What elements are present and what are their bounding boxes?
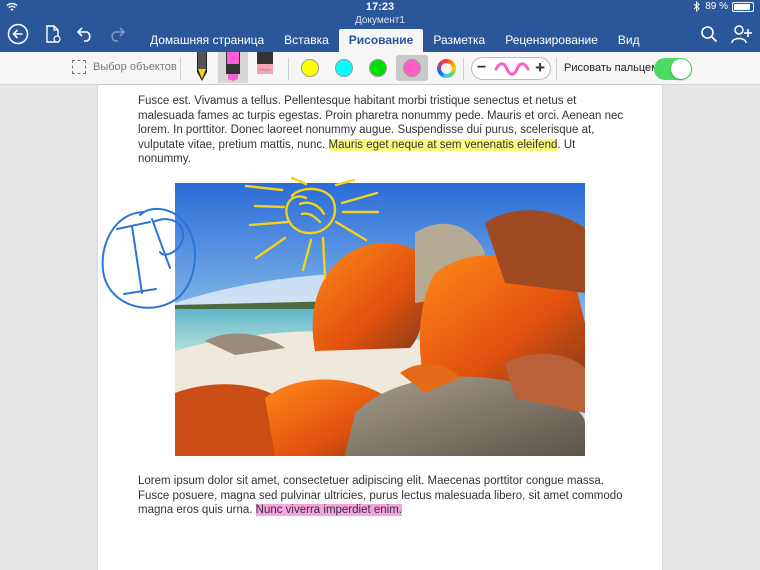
yellow-highlight: Mauris eget neque at sem venenatis eleif… xyxy=(328,138,558,151)
stroke-preview-icon xyxy=(494,62,530,76)
draw-with-finger-label: Рисовать пальцем xyxy=(564,62,659,74)
eraser-icon xyxy=(257,52,273,74)
share-button[interactable] xyxy=(729,22,755,46)
draw-with-finger-toggle[interactable] xyxy=(654,58,692,80)
ribbon-tabs: Домашняя страница Вставка Рисование Разм… xyxy=(140,29,650,52)
pen-icon xyxy=(197,52,207,81)
color-cyan-swatch[interactable] xyxy=(335,59,353,77)
add-person-icon xyxy=(731,25,752,44)
redo-icon xyxy=(111,27,126,42)
search-button[interactable] xyxy=(696,22,722,46)
divider xyxy=(556,58,557,80)
battery-level xyxy=(734,3,751,10)
bluetooth-icon xyxy=(693,1,700,12)
pink-highlight: Nunc viverra imperdiet enim. xyxy=(255,504,402,517)
lasso-select-icon xyxy=(72,60,86,74)
undo-button[interactable] xyxy=(72,22,98,46)
tab-insert[interactable]: Вставка xyxy=(274,29,339,52)
battery-icon xyxy=(732,1,754,12)
document-menu-icon xyxy=(46,25,61,43)
tab-draw[interactable]: Рисование xyxy=(338,29,424,52)
undo-icon xyxy=(76,27,91,42)
tab-view[interactable]: Вид xyxy=(608,29,650,52)
divider xyxy=(463,58,464,80)
back-arrow-circle-icon xyxy=(7,23,29,45)
battery-percent: 89 % xyxy=(705,1,728,12)
draw-ribbon: Выбор объектов − + Рисовать пальцем xyxy=(0,52,760,85)
thickness-stepper: − + xyxy=(471,57,551,80)
paragraph-1: Fusce est. Vivamus a tellus. Pellentesqu… xyxy=(138,94,624,167)
select-objects-label: Выбор объектов xyxy=(93,61,177,73)
redo-button[interactable] xyxy=(104,22,130,46)
divider xyxy=(180,58,181,80)
tab-layout[interactable]: Разметка xyxy=(423,29,495,52)
highlighter-tool-button[interactable] xyxy=(218,52,248,83)
paragraph-2: Lorem ipsum dolor sit amet, consectetuer… xyxy=(138,474,624,518)
thickness-decrease-button[interactable]: − xyxy=(477,59,486,77)
highlighter-icon xyxy=(226,52,240,81)
select-objects-button[interactable]: Выбор объектов xyxy=(72,60,177,74)
app-header: 17:23 Документ1 89 % Домашняя страница В xyxy=(0,0,760,52)
tab-review[interactable]: Рецензирование xyxy=(495,29,608,52)
color-wheel-icon[interactable] xyxy=(437,59,456,78)
tab-home[interactable]: Домашняя страница xyxy=(140,29,274,52)
status-time: 17:23 xyxy=(365,1,395,13)
pen-tool-button[interactable] xyxy=(187,52,217,83)
color-pink-swatch[interactable] xyxy=(403,59,421,77)
color-yellow-swatch[interactable] xyxy=(301,59,319,77)
document-page[interactable]: Fusce est. Vivamus a tellus. Pellentesqu… xyxy=(98,85,662,570)
toggle-knob xyxy=(671,59,691,79)
thickness-increase-button[interactable]: + xyxy=(535,58,545,78)
status-indicators: 89 % xyxy=(693,1,754,12)
file-menu-button[interactable] xyxy=(40,22,66,46)
color-green-swatch[interactable] xyxy=(369,59,387,77)
back-button[interactable] xyxy=(5,22,31,46)
search-icon xyxy=(701,26,718,43)
beach-photo[interactable] xyxy=(175,183,585,456)
divider xyxy=(288,58,289,80)
eraser-tool-button[interactable] xyxy=(250,52,280,83)
